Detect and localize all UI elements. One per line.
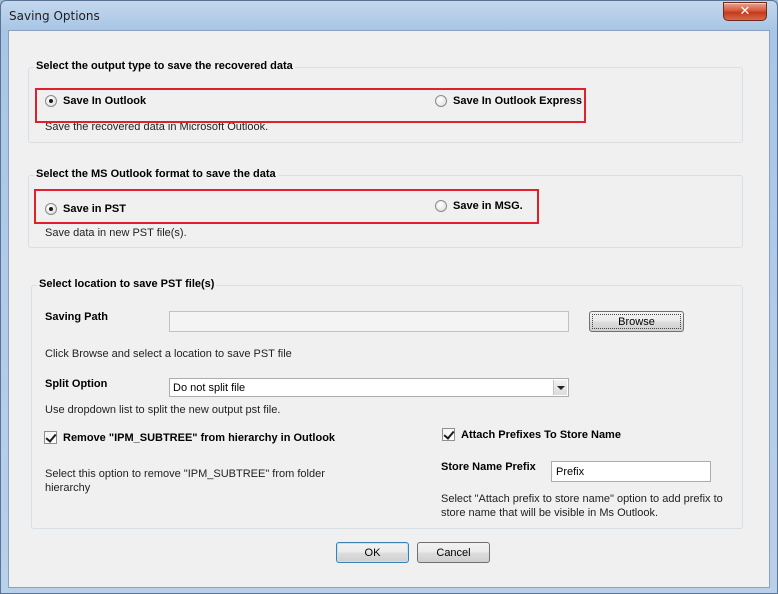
ok-button-label: OK	[364, 546, 381, 559]
output-type-title: Select the output type to save the recov…	[34, 60, 295, 72]
format-title: Select the MS Outlook format to save the…	[34, 168, 278, 180]
cancel-button-label: Cancel	[436, 546, 471, 559]
cancel-button[interactable]: Cancel	[417, 542, 490, 563]
remove-subtree-label: Remove "IPM_SUBTREE" from hierarchy in O…	[63, 431, 336, 444]
browse-button[interactable]: Browse	[589, 311, 684, 332]
ok-button[interactable]: OK	[336, 542, 409, 563]
close-button[interactable]: ✕	[723, 2, 767, 21]
location-group: Select location to save PST file(s) Savi…	[31, 278, 743, 529]
browse-button-label: Browse	[618, 315, 655, 328]
split-option-value: Do not split file	[173, 381, 246, 394]
split-hint: Use dropdown list to split the new outpu…	[45, 404, 281, 416]
store-prefix-label: Store Name Prefix	[441, 461, 536, 473]
remove-subtree-checkbox[interactable]: Remove "IPM_SUBTREE" from hierarchy in O…	[44, 431, 335, 444]
close-icon: ✕	[739, 4, 751, 19]
window-title: Saving Options	[9, 9, 100, 23]
checkmark-icon	[442, 428, 455, 441]
split-option-select[interactable]: Do not split file	[169, 378, 569, 397]
remove-subtree-hint: Select this option to remove "IPM_SUBTRE…	[45, 468, 325, 494]
store-prefix-hint: Select "Attach prefix to store name" opt…	[441, 493, 723, 519]
format-highlight	[34, 189, 539, 224]
saving-path-label: Saving Path	[45, 311, 108, 323]
chevron-down-icon[interactable]	[553, 380, 567, 395]
output-type-highlight	[35, 88, 586, 123]
location-title: Select location to save PST file(s)	[37, 278, 217, 290]
split-option-label: Split Option	[45, 378, 108, 390]
checkmark-icon	[44, 431, 57, 444]
dialog-body: Select the output type to save the recov…	[8, 30, 770, 588]
saving-options-window: Saving Options ✕ Select the output type …	[0, 0, 778, 594]
browse-hint: Click Browse and select a location to sa…	[45, 348, 292, 360]
attach-prefix-label: Attach Prefixes To Store Name	[461, 428, 621, 441]
store-prefix-input[interactable]	[551, 461, 711, 482]
saving-path-input[interactable]	[169, 311, 569, 332]
attach-prefix-checkbox[interactable]: Attach Prefixes To Store Name	[442, 428, 621, 441]
format-description: Save data in new PST file(s).	[45, 227, 187, 239]
title-bar[interactable]: Saving Options ✕	[1, 1, 777, 29]
